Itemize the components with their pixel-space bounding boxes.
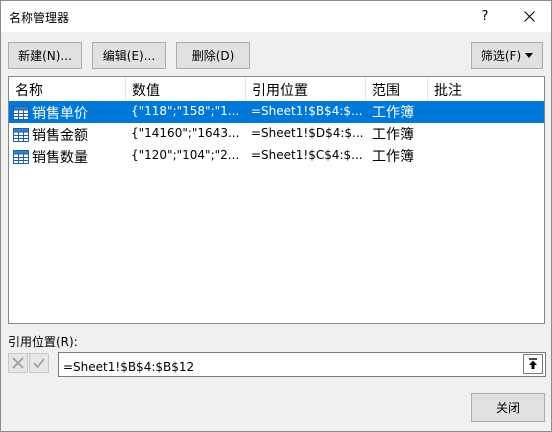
column-header-name[interactable]: 名称 (9, 77, 126, 100)
help-button[interactable]: ? (465, 1, 505, 32)
close-icon (523, 11, 535, 22)
table-name-icon (13, 149, 29, 164)
row-scope: 工作簿 (372, 149, 414, 165)
row-value: {"14160";"1643... (131, 126, 240, 140)
row-name-cell: 销售数量 (13, 145, 131, 167)
filter-label: 筛选(F) (480, 49, 522, 63)
names-list[interactable]: 名称 数值 引用位置 范围 批注 销售单价 {"118";"158";"1...… (8, 76, 545, 324)
row-name: 销售单价 (32, 105, 88, 122)
row-name-cell: 销售单价 (13, 101, 131, 123)
confirm-edit-button[interactable] (29, 353, 49, 373)
table-name-icon (13, 105, 29, 120)
arrow-up-icon (529, 358, 537, 369)
new-name-button[interactable]: 新建(N)... (8, 42, 82, 69)
title-bar: 名称管理器 ? (1, 1, 551, 32)
cross-icon (12, 357, 24, 369)
edit-name-button[interactable]: 编辑(E)... (92, 42, 166, 69)
cancel-edit-button[interactable] (8, 353, 28, 373)
row-value: {"118";"158";"1... (131, 104, 240, 118)
row-name: 销售数量 (32, 149, 88, 166)
chevron-down-icon (525, 53, 534, 58)
close-button[interactable]: 关闭 (471, 393, 545, 422)
row-comment (432, 145, 542, 167)
row-name: 销售金额 (32, 127, 88, 144)
delete-name-button[interactable]: 删除(D) (176, 42, 250, 69)
checkmark-icon (33, 358, 45, 369)
refers-to-label: 引用位置(R): (8, 335, 78, 349)
window-title: 名称管理器 (9, 11, 70, 25)
name-manager-dialog: 名称管理器 ? 新建(N)... 编辑(E)... 删除(D) 筛选(F) 名称… (0, 0, 552, 432)
table-name-icon (13, 127, 29, 142)
row-refers-to: =Sheet1!$C$4:$... (251, 148, 363, 162)
list-header: 名称 数值 引用位置 范围 批注 (9, 77, 544, 100)
row-refers-to: =Sheet1!$B$4:$... (251, 104, 363, 118)
collapse-dialog-button[interactable] (523, 354, 543, 374)
refers-to-input[interactable] (58, 352, 546, 377)
column-header-refers-to[interactable]: 引用位置 (246, 77, 366, 100)
column-header-comment[interactable]: 批注 (428, 77, 544, 100)
close-window-button[interactable] (509, 1, 549, 32)
column-header-value[interactable]: 数值 (126, 77, 246, 100)
row-name-cell: 销售金额 (13, 123, 131, 145)
column-header-scope[interactable]: 范围 (366, 77, 428, 100)
row-value: {"120";"104";"2... (131, 148, 240, 162)
list-row[interactable]: 销售单价 {"118";"158";"1... =Sheet1!$B$4:$..… (9, 101, 544, 123)
row-comment (432, 101, 542, 123)
list-row[interactable]: 销售金额 {"14160";"1643... =Sheet1!$D$4:$...… (9, 123, 544, 145)
row-comment (432, 123, 542, 145)
list-row[interactable]: 销售数量 {"120";"104";"2... =Sheet1!$C$4:$..… (9, 145, 544, 167)
row-scope: 工作簿 (372, 127, 414, 143)
row-refers-to: =Sheet1!$D$4:$... (251, 126, 364, 140)
row-scope: 工作簿 (372, 105, 414, 121)
filter-button[interactable]: 筛选(F) (471, 42, 543, 69)
